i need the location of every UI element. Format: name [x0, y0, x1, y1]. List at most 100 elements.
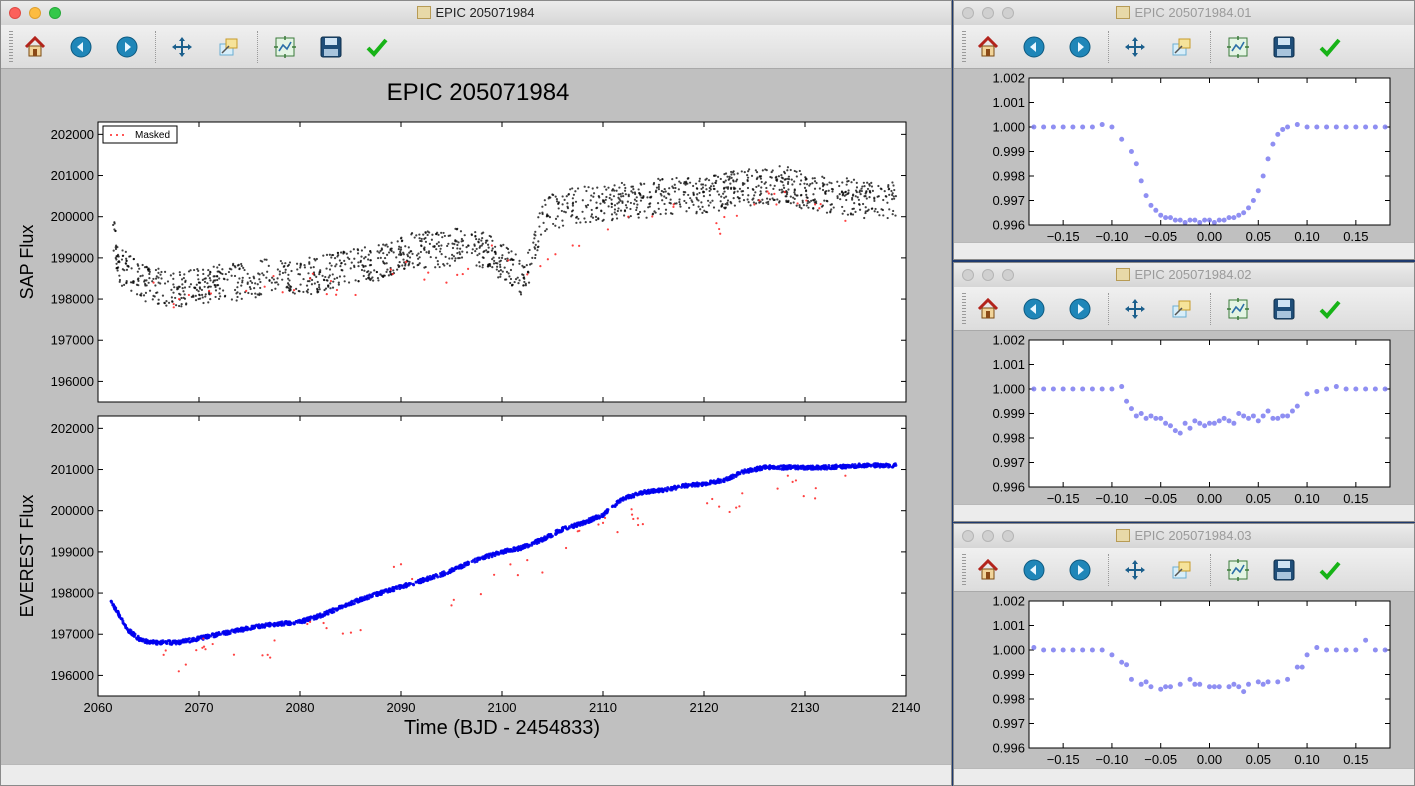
check-button[interactable]	[1317, 34, 1343, 60]
data-point	[177, 287, 180, 290]
back-button[interactable]	[68, 34, 94, 60]
zoom-button[interactable]	[1169, 296, 1195, 322]
data-point	[583, 185, 586, 188]
home-button[interactable]	[22, 34, 48, 60]
data-point	[1299, 664, 1305, 670]
data-point	[236, 286, 239, 289]
data-point	[796, 202, 799, 205]
data-point	[533, 233, 536, 236]
data-point	[154, 284, 157, 287]
save-button[interactable]	[1271, 296, 1297, 322]
data-point	[661, 199, 664, 202]
data-point	[730, 173, 733, 176]
subplots-button[interactable]	[1225, 296, 1251, 322]
data-point	[336, 251, 339, 254]
data-point	[456, 243, 459, 247]
data-point	[838, 193, 841, 196]
data-point	[193, 268, 196, 272]
subplots-button[interactable]	[272, 34, 298, 60]
fold-titlebar-01[interactable]: EPIC 205071984.01	[954, 1, 1414, 26]
data-point	[1143, 193, 1149, 199]
forward-button[interactable]	[1067, 557, 1093, 583]
main-titlebar[interactable]: EPIC 205071984	[1, 1, 951, 26]
x-tick-label: 0.00	[1197, 491, 1222, 505]
data-point	[570, 210, 574, 213]
check-button[interactable]	[1317, 557, 1343, 583]
data-point	[263, 285, 266, 288]
data-point	[138, 267, 141, 270]
data-point	[1187, 217, 1193, 223]
zoom-button[interactable]	[1169, 34, 1195, 60]
data-point	[490, 249, 494, 252]
pan-button[interactable]	[169, 34, 195, 60]
data-point	[756, 176, 759, 179]
data-point	[830, 182, 833, 185]
data-point	[242, 266, 245, 269]
pan-button[interactable]	[1122, 557, 1148, 583]
data-point	[825, 211, 829, 214]
forward-button[interactable]	[1067, 34, 1093, 60]
save-button[interactable]	[318, 34, 344, 60]
data-point	[499, 275, 502, 278]
data-point	[558, 226, 561, 229]
home-icon	[977, 35, 999, 57]
data-point	[731, 171, 734, 174]
back-button[interactable]	[1021, 34, 1047, 60]
data-point	[180, 303, 183, 306]
data-point	[878, 464, 882, 468]
data-point	[196, 274, 199, 277]
data-point	[209, 292, 213, 295]
save-button[interactable]	[1271, 557, 1297, 583]
data-point	[194, 299, 198, 302]
data-point	[892, 184, 895, 187]
data-point	[216, 283, 220, 287]
zoom-button[interactable]	[216, 34, 242, 60]
data-point	[258, 626, 262, 630]
data-point	[800, 179, 803, 182]
back-button[interactable]	[1021, 557, 1047, 583]
fold-titlebar-03[interactable]: EPIC 205071984.03	[954, 524, 1414, 549]
subplots-button[interactable]	[1225, 34, 1251, 60]
data-point	[310, 292, 313, 296]
forward-button[interactable]	[1067, 296, 1093, 322]
data-point	[354, 293, 357, 297]
data-point	[478, 246, 481, 249]
fold-titlebar-02[interactable]: EPIC 205071984.02	[954, 263, 1414, 288]
save-button[interactable]	[1271, 34, 1297, 60]
data-point	[419, 581, 423, 585]
back-button[interactable]	[1021, 296, 1047, 322]
pan-button[interactable]	[1122, 34, 1148, 60]
check-button[interactable]	[1317, 296, 1343, 322]
check-button[interactable]	[364, 34, 390, 60]
data-point	[589, 199, 592, 202]
data-point	[170, 296, 173, 299]
data-point	[636, 517, 639, 520]
data-point	[859, 193, 862, 196]
data-point	[209, 298, 212, 301]
home-button[interactable]	[975, 296, 1001, 322]
data-point	[720, 195, 723, 198]
data-point	[805, 177, 808, 181]
data-point	[709, 201, 712, 204]
pan-button[interactable]	[1122, 296, 1148, 322]
home-button[interactable]	[975, 34, 1001, 60]
data-point	[541, 205, 544, 208]
data-point	[682, 193, 685, 196]
data-point	[651, 212, 655, 215]
subplots-button[interactable]	[1225, 557, 1251, 583]
data-point	[518, 290, 521, 293]
zoom-button[interactable]	[1169, 557, 1195, 583]
forward-button[interactable]	[114, 34, 140, 60]
data-point	[325, 292, 328, 296]
data-point	[369, 249, 372, 253]
data-point	[196, 267, 199, 271]
home-button[interactable]	[975, 557, 1001, 583]
data-point	[610, 203, 614, 206]
y-tick-label: 1.001	[992, 357, 1025, 372]
data-point	[789, 467, 793, 471]
data-point	[524, 282, 527, 285]
data-point	[674, 186, 677, 190]
data-point	[289, 287, 292, 290]
data-point	[331, 273, 334, 276]
data-point	[1143, 415, 1149, 421]
